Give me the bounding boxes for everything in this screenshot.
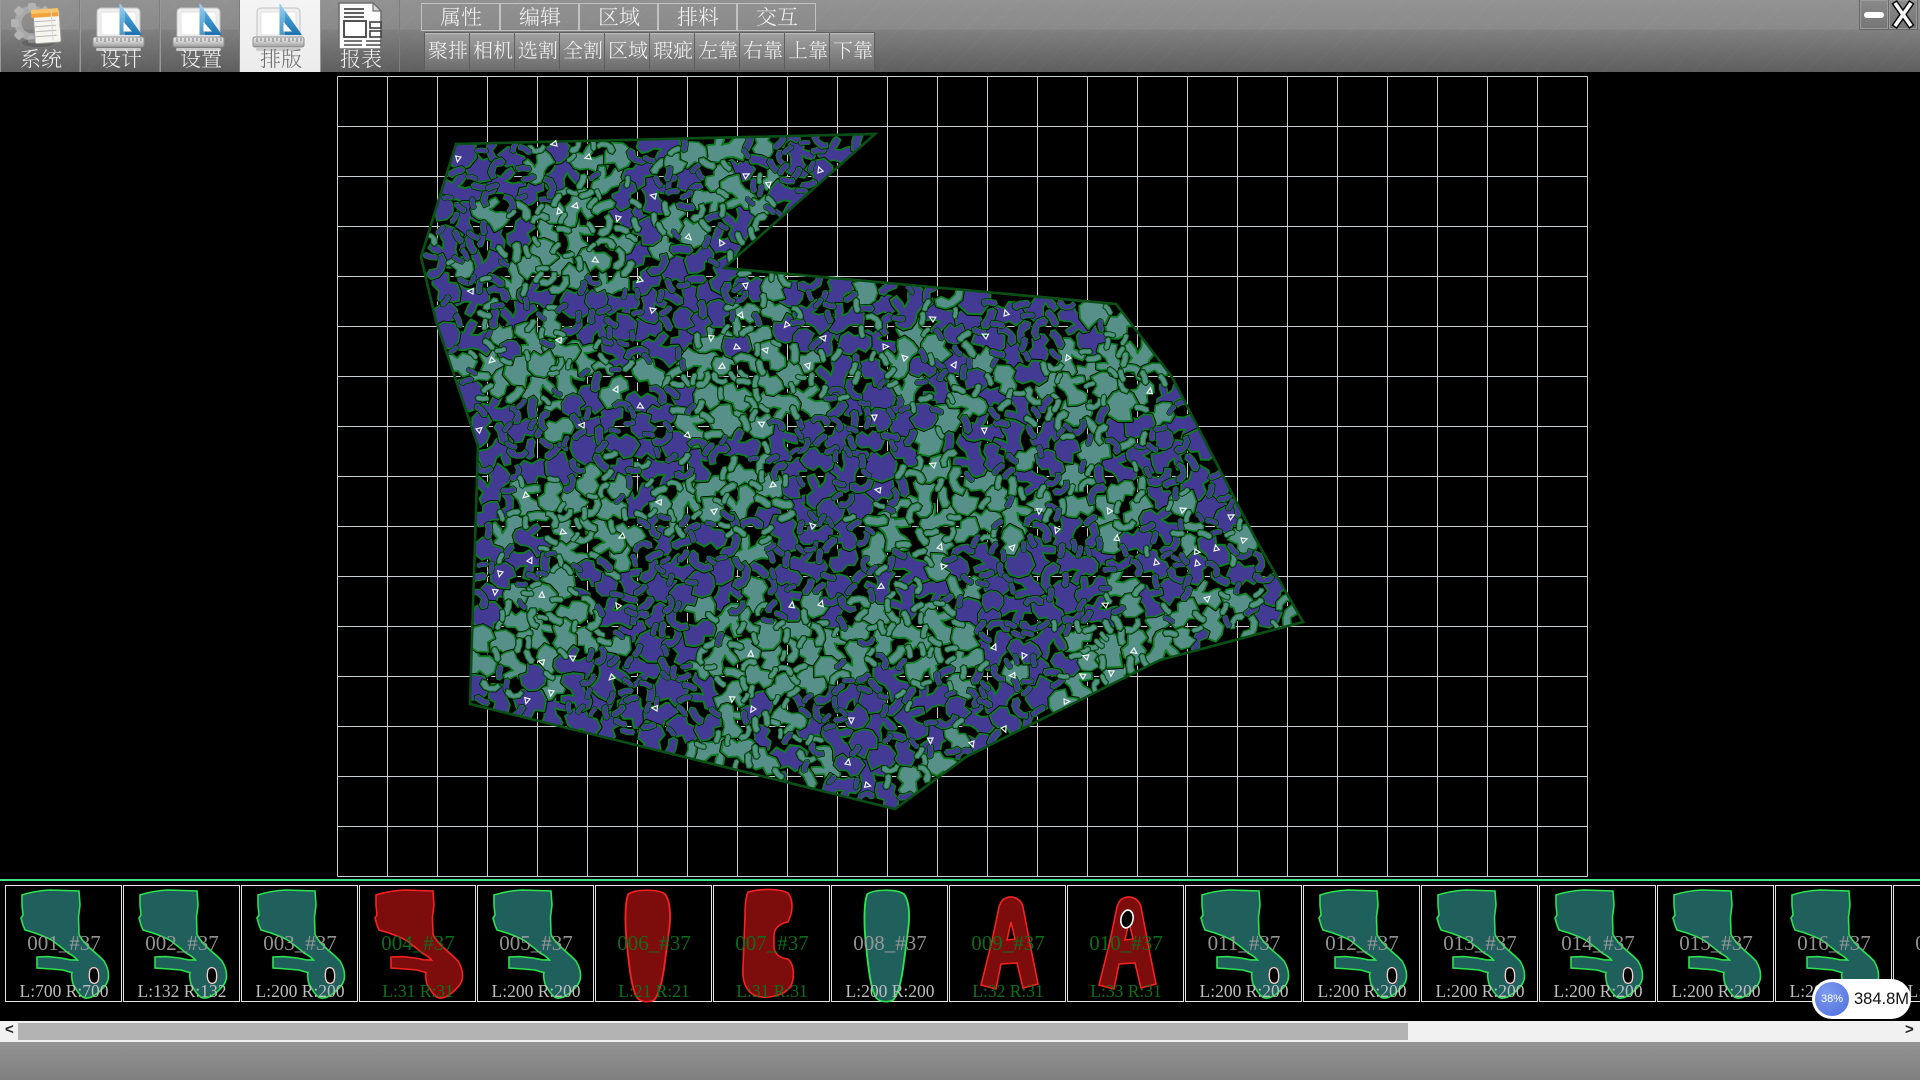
svg-text:L:31 R:31: L:31 R:31 [736, 981, 807, 1001]
svg-text:013_#37: 013_#37 [1443, 931, 1517, 955]
svg-text:L:33 R:31: L:33 R:31 [1090, 981, 1161, 1001]
svg-text:L:200 R:200: L:200 R:200 [256, 981, 345, 1001]
svg-text:006_#37: 006_#37 [617, 931, 691, 955]
svg-text:L:200 R:200: L:200 R:200 [1554, 981, 1643, 1001]
svg-text:011_#37: 011_#37 [1208, 931, 1281, 955]
svg-text:003_#37: 003_#37 [263, 931, 337, 955]
svg-text:014_#37: 014_#37 [1561, 931, 1635, 955]
svg-text:L:21 R:21: L:21 R:21 [618, 981, 689, 1001]
svg-text:002_#37: 002_#37 [145, 931, 219, 955]
svg-text:004_#37: 004_#37 [381, 931, 455, 955]
svg-text:009_#37: 009_#37 [971, 931, 1045, 955]
svg-text:L:200 R:200: L:200 R:200 [1200, 981, 1289, 1001]
svg-text:L:132 R:132: L:132 R:132 [138, 981, 227, 1001]
svg-text:L:200 R:200: L:200 R:200 [1318, 981, 1407, 1001]
svg-text:016_#37: 016_#37 [1797, 931, 1871, 955]
svg-text:015_#37: 015_#37 [1679, 931, 1753, 955]
svg-text:L:700 R:700: L:700 R:700 [20, 981, 109, 1001]
svg-text:L:200 R:200: L:200 R:200 [1672, 981, 1761, 1001]
svg-text:012_#37: 012_#37 [1325, 931, 1399, 955]
svg-text:L:31 R:31: L:31 R:31 [382, 981, 453, 1001]
svg-text:L:200 R:200: L:200 R:200 [492, 981, 581, 1001]
svg-text:L:200 R:200: L:200 R:200 [846, 981, 935, 1001]
svg-text:007_#37: 007_#37 [735, 931, 809, 955]
svg-text:017_#37: 017_#37 [1915, 931, 1920, 955]
svg-text:010_#37: 010_#37 [1089, 931, 1163, 955]
svg-text:005_#37: 005_#37 [499, 931, 573, 955]
svg-text:008_#37: 008_#37 [853, 931, 927, 955]
svg-text:001_#37: 001_#37 [27, 931, 101, 955]
svg-text:L:32 R:31: L:32 R:31 [972, 981, 1043, 1001]
svg-text:L:200 R:200: L:200 R:200 [1436, 981, 1525, 1001]
